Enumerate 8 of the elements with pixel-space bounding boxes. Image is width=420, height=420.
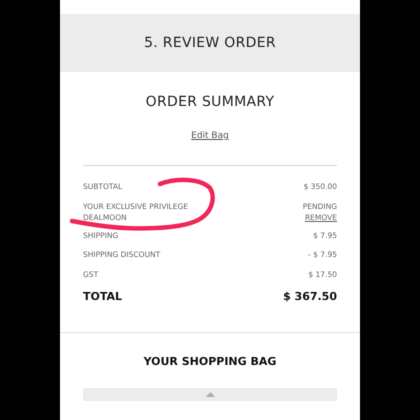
total-label: TOTAL [83,290,122,303]
section-title: YOUR SHOPPING BAG [142,354,278,368]
scroll-up-button[interactable] [83,388,337,400]
section-title: ORDER SUMMARY [144,94,276,110]
up-arrow-icon [206,392,214,396]
edit-bag-link[interactable]: Edit Bag [191,131,229,141]
total-amount: $ 367.50 [283,290,337,303]
step-title: 5. REVIEW ORDER [144,35,276,51]
